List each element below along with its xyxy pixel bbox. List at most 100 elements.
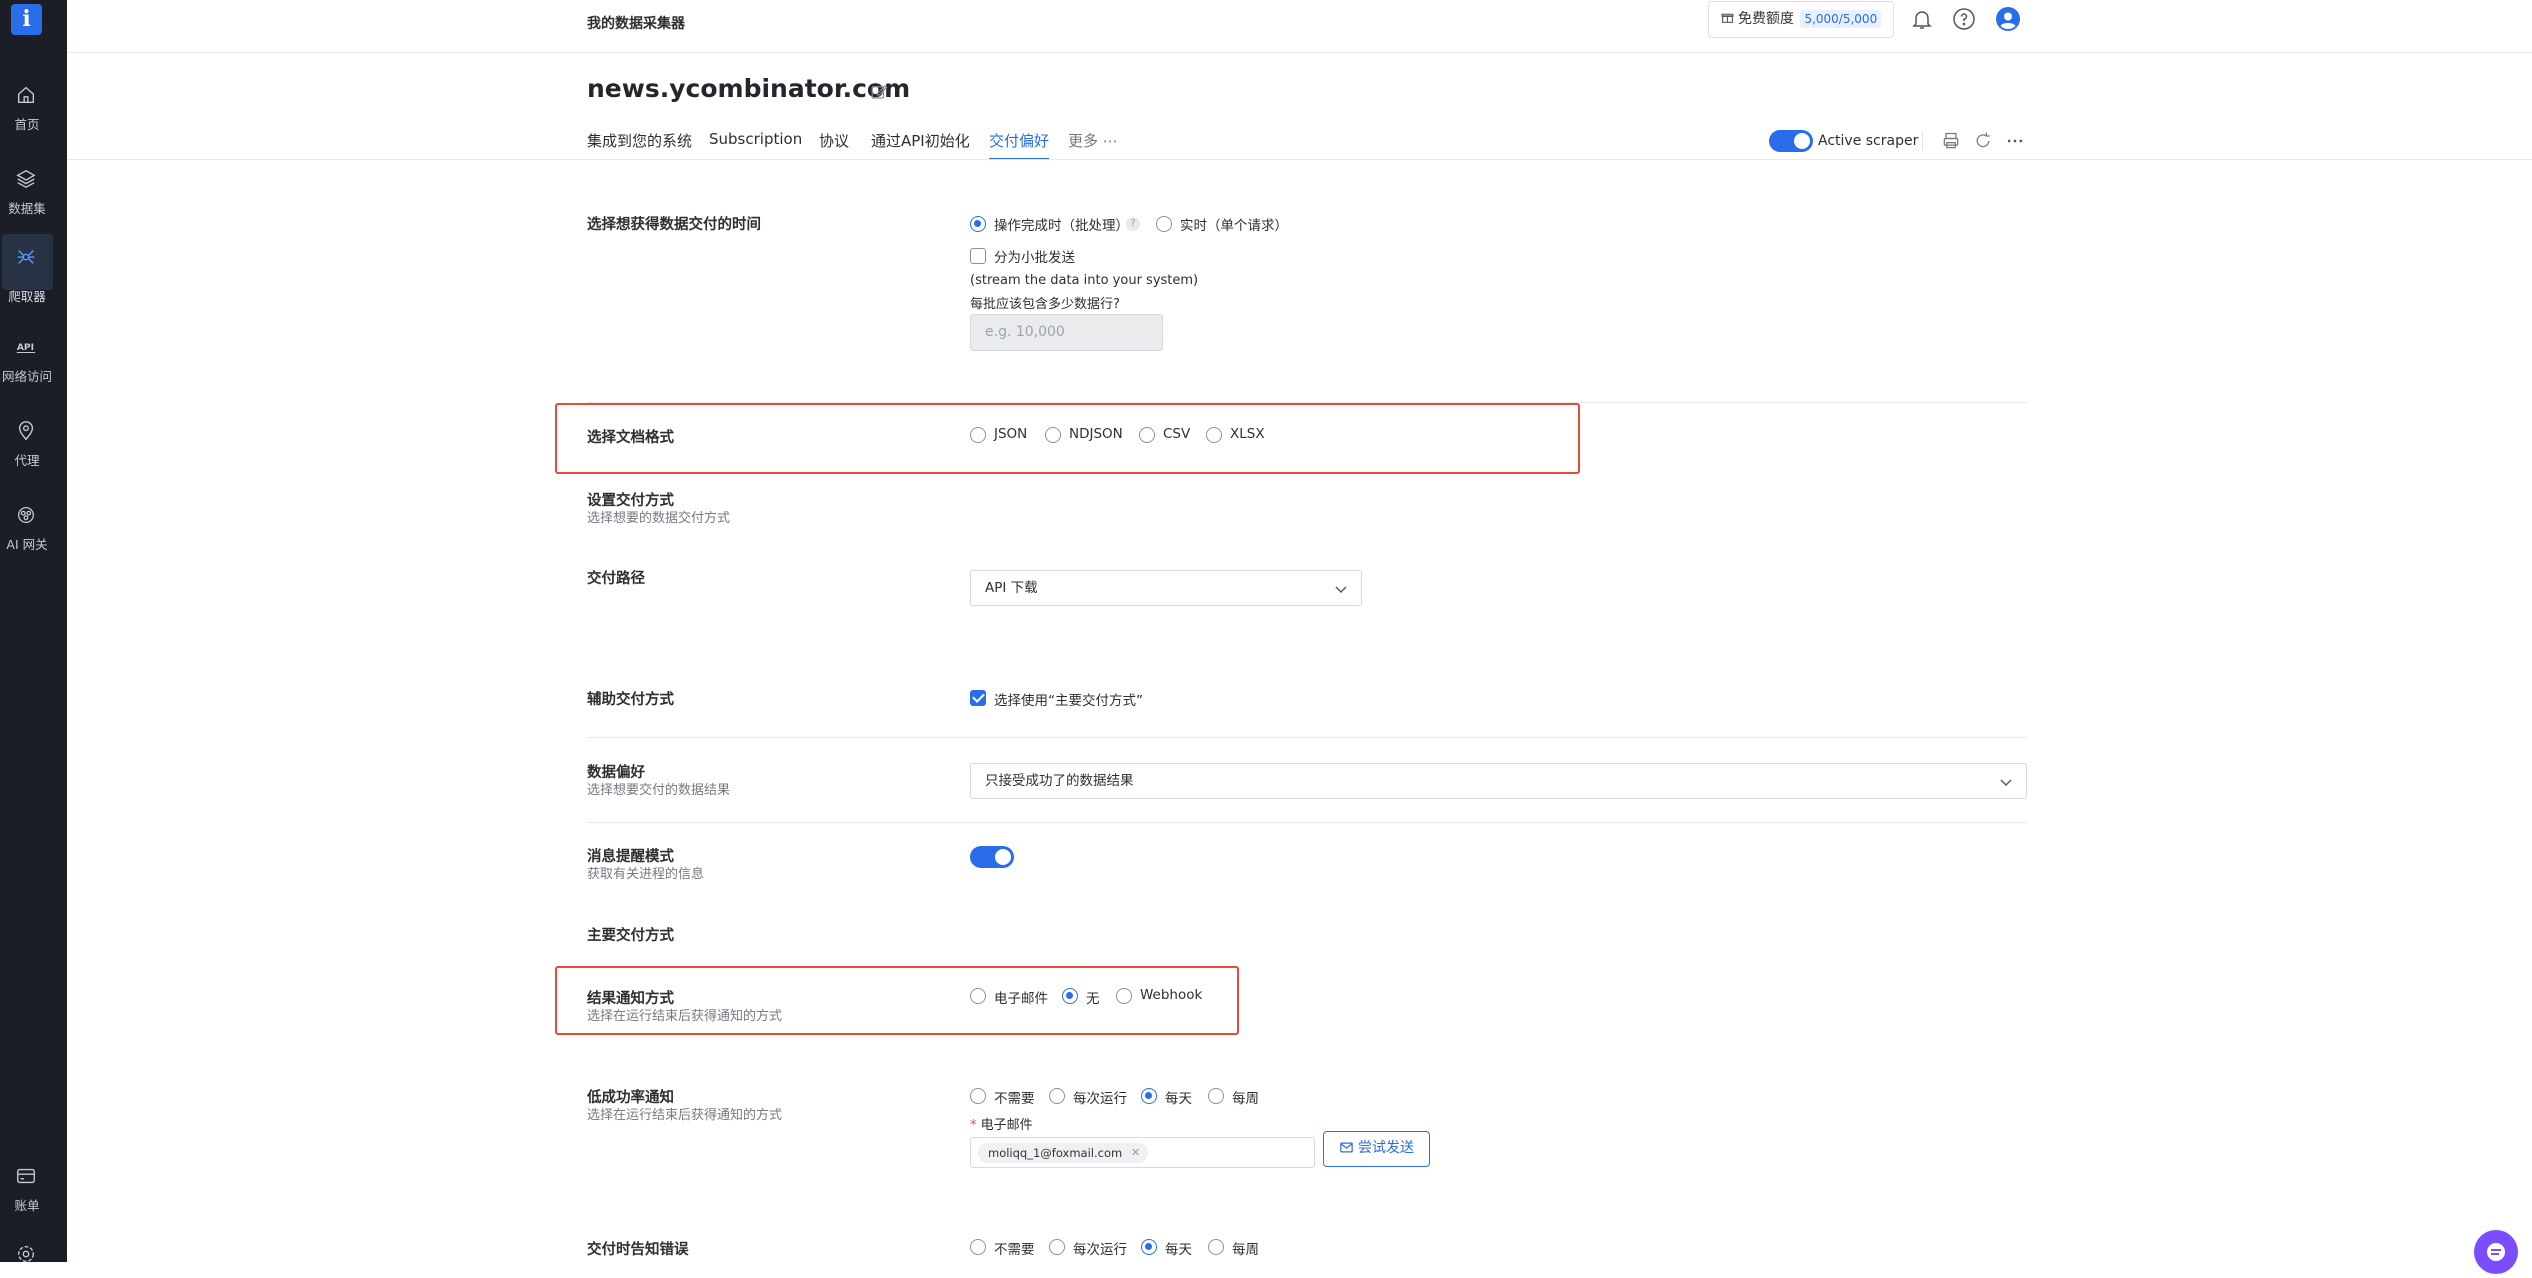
radio-json-label: JSON [994,426,1028,442]
sidebar-item-settings[interactable] [0,1240,67,1262]
radio-notify-none[interactable] [1062,988,1078,1004]
rows-per-batch-input[interactable]: e.g. 10,000 [970,314,1163,351]
rows-question: 每批应该包含多少数据行? [970,297,1120,312]
radio-notify-webhook[interactable] [1116,988,1132,1004]
tab-delivery-preferences[interactable]: 交付偏好 [989,130,1050,160]
use-main-delivery-label: 选择使用“主要交付方式” [994,693,1143,709]
sidebar-item-label: 代理 [14,453,40,468]
chevron-down-icon [2000,779,2012,786]
layers-icon [16,169,36,189]
top-bar [67,0,2532,53]
delivery-path-select[interactable]: API 下载 [970,570,1362,606]
email-tag-input[interactable]: moliqq_1@foxmail.com ✕ [970,1137,1315,1168]
radio-low-each-run[interactable] [1049,1088,1065,1104]
radio-err-daily-label: 每天 [1165,1242,1192,1258]
sidebar-item-scrapers[interactable]: 爬取器 [0,232,67,304]
refresh-icon[interactable] [1973,131,1993,151]
sidebar-item-home[interactable]: 首页 [0,76,67,146]
delivery-path-label: 交付路径 [587,571,645,587]
sidebar-item-proxy[interactable]: 代理 [0,412,67,482]
tab-subscription[interactable]: Subscription [709,130,802,160]
info-icon[interactable]: ? [1126,217,1140,231]
radio-err-weekly[interactable] [1208,1239,1224,1255]
data-pref-value: 只接受成功了的数据结果 [985,773,1134,789]
radio-realtime[interactable] [1156,216,1172,232]
notify-mode-toggle[interactable] [970,846,1014,868]
help-icon[interactable] [1952,7,1976,31]
radio-notify-email[interactable] [970,988,986,1004]
test-send-button[interactable]: 尝试发送 [1323,1131,1430,1167]
sidebar-item-ai-gateway[interactable]: AI 网关 [0,496,67,566]
more-horizontal-icon[interactable] [2005,131,2025,151]
radio-notify-email-label: 电子邮件 [994,991,1048,1007]
data-pref-select[interactable]: 只接受成功了的数据结果 [970,763,2027,799]
tab-protocol[interactable]: 协议 [819,130,849,160]
radio-ndjson[interactable] [1045,427,1061,443]
edit-icon[interactable] [870,83,888,101]
print-icon[interactable] [1941,131,1961,151]
sidebar-item-label: 首页 [14,117,40,132]
location-pin-icon [18,421,34,441]
split-batch-checkbox[interactable] [970,248,986,264]
sidebar-item-label: 网络访问 [1,369,52,384]
radio-csv[interactable] [1139,427,1155,443]
close-icon[interactable]: ✕ [1131,1143,1140,1163]
svg-text:API: API [17,342,34,353]
main-delivery-heading: 主要交付方式 [587,928,674,944]
email-label-text: 电子邮件 [980,1118,1033,1133]
radio-err-each-run[interactable] [1049,1239,1065,1255]
billing-card-icon [17,1168,35,1184]
quota-widget[interactable]: 免费额度 5,000/5,000 [1708,1,1894,38]
email-field-label: * 电子邮件 [970,1118,1033,1133]
sidebar-item-billing[interactable]: 账单 [0,1157,67,1227]
sidebar-item-label: 数据集 [8,201,46,216]
radio-low-weekly[interactable] [1208,1088,1224,1104]
email-tag-text: moliqq_1@foxmail.com [988,1146,1123,1160]
use-main-delivery-checkbox[interactable] [970,690,986,706]
radio-xlsx[interactable] [1206,427,1222,443]
split-batch-label: 分为小批发送 [994,250,1075,266]
delivery-path-value: API 下载 [985,580,1038,596]
radio-json[interactable] [970,427,986,443]
radio-low-never[interactable] [970,1088,986,1104]
file-format-label: 选择文档格式 [587,430,674,446]
mail-icon [1340,1142,1353,1153]
section-divider [587,737,2027,738]
chat-support-button[interactable] [2474,1230,2518,1274]
tab-more[interactable]: 更多 ⋯ [1068,130,1118,160]
gift-icon [1721,13,1734,23]
user-avatar-icon[interactable] [1996,7,2020,31]
radio-notify-webhook-label: Webhook [1140,987,1203,1003]
gear-icon [17,1245,35,1262]
stream-note: (stream the data into your system) [970,273,1199,288]
aux-delivery-label: 辅助交付方式 [587,692,674,708]
highlight-box-file-format [555,403,1580,474]
tab-more-label: 更多 [1068,132,1099,150]
radio-err-never-label: 不需要 [994,1242,1035,1258]
radio-low-daily[interactable] [1141,1088,1157,1104]
sidebar-item-datasets[interactable]: 数据集 [0,160,67,230]
active-scraper-toggle[interactable] [1769,130,1813,152]
data-pref-sub: 选择想要交付的数据结果 [587,783,731,798]
sidebar-item-network[interactable]: API 网络访问 [0,328,67,398]
radio-notify-none-label: 无 [1086,991,1100,1007]
radio-err-daily[interactable] [1141,1239,1157,1255]
radio-csv-label: CSV [1163,426,1191,442]
radio-low-never-label: 不需要 [994,1091,1035,1107]
tab-integration[interactable]: 集成到您的系统 [587,130,692,160]
tab-divider [67,159,2532,160]
radio-batch[interactable] [970,216,986,232]
radio-low-weekly-label: 每周 [1232,1091,1259,1107]
delivery-time-label: 选择想获得数据交付的时间 [587,217,761,233]
api-icon: API [16,342,36,354]
tab-api-init[interactable]: 通过API初始化 [871,130,970,160]
app-title: 我的数据采集器 [587,16,685,32]
sidebar-item-label: 爬取器 [8,289,46,304]
radio-low-daily-label: 每天 [1165,1091,1192,1107]
bell-icon[interactable] [1910,7,1934,31]
home-icon [17,86,35,104]
app-logo[interactable]: i [11,4,42,35]
radio-err-never[interactable] [970,1239,986,1255]
spider-icon [17,250,35,264]
delivery-method-sub: 选择想要的数据交付方式 [587,511,731,526]
